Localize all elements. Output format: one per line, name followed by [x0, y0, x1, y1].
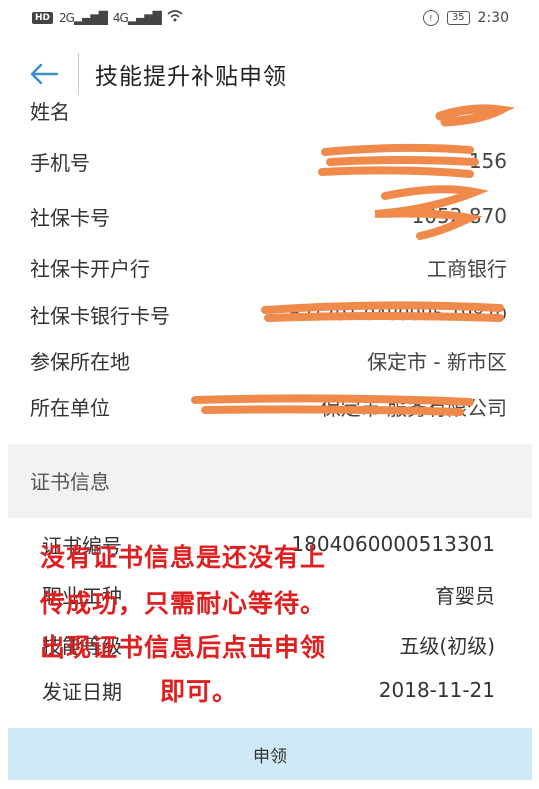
certificate-section-title: 证书信息	[30, 470, 110, 494]
info-label: 社保卡银行卡号	[30, 303, 170, 328]
annotation-line-3: 出现证书信息后点击申领	[40, 633, 327, 662]
info-label: 社保卡开户行	[30, 256, 150, 281]
info-row-social-card: 社保卡号 1052 870	[0, 196, 539, 236]
info-value: 156	[468, 149, 507, 173]
alarm-icon: !	[422, 10, 439, 26]
signal-icon-2: 4G▂▄▆█	[112, 11, 162, 25]
cert-label: 发证日期	[42, 679, 122, 704]
info-row-bank: 社保卡开户行 工商银行	[0, 247, 539, 287]
cert-value: 五级(初级)	[399, 633, 495, 658]
info-value: 621791 0489995 19870	[289, 303, 507, 325]
status-left: HD 2G▂▄▆█ 4G▂▄▆█	[0, 10, 183, 26]
info-label: 所在单位	[30, 395, 110, 420]
info-label: 参保所在地	[30, 349, 130, 374]
page-title: 技能提升补贴申领	[95, 64, 287, 90]
clock: 2:30	[477, 10, 509, 26]
sim1-label: 2G	[59, 11, 75, 25]
info-value: 工商银行	[427, 256, 507, 281]
info-label: 姓名	[30, 99, 70, 124]
apply-button[interactable]: 申领	[8, 728, 532, 780]
info-row-name: 姓名	[0, 96, 539, 130]
header-divider	[78, 53, 79, 95]
signal-icon-1: 2G▂▄▆█	[59, 11, 108, 25]
info-value: 保定市 服务有限公司	[320, 395, 507, 420]
info-label: 社保卡号	[30, 205, 110, 230]
annotation-line-4: 即可。	[160, 677, 239, 706]
cert-value: 2018-11-21	[378, 678, 495, 702]
annotation-line-2: 传成功，只需耐心等待。	[40, 589, 327, 618]
battery-icon: 35	[446, 11, 470, 25]
apply-button-label: 申领	[253, 746, 287, 767]
sim2-label: 4G	[112, 11, 129, 25]
certificate-section-header: 证书信息	[8, 444, 532, 518]
info-value: 保定市 - 新市区	[367, 349, 507, 374]
info-row-employer: 所在单位 保定市 服务有限公司	[0, 386, 539, 426]
info-value: 1052 870	[411, 204, 507, 228]
annotation-line-1: 没有证书信息是还没有上	[40, 543, 327, 572]
info-row-bank-card: 社保卡银行卡号 621791 0489995 19870	[0, 294, 539, 334]
info-label: 手机号	[30, 150, 90, 175]
wifi-icon	[167, 10, 183, 26]
hd-badge: HD	[32, 12, 54, 24]
cert-value: 育婴员	[435, 583, 495, 608]
info-row-phone: 手机号 156	[0, 141, 539, 181]
header: 技能提升补贴申领	[0, 48, 539, 100]
back-arrow-icon[interactable]	[24, 54, 64, 94]
info-row-insured-location: 参保所在地 保定市 - 新市区	[0, 340, 539, 380]
cert-row-issue-date: 发证日期 2018-11-21	[0, 670, 539, 710]
status-right: ! 35 2:30	[422, 10, 539, 26]
personal-info-list: 姓名 手机号 156 社保卡号 1052 870 社保卡开户行 工商银行 社保卡…	[0, 96, 539, 431]
status-bar: HD 2G▂▄▆█ 4G▂▄▆█ ! 35 2:30	[0, 0, 539, 36]
